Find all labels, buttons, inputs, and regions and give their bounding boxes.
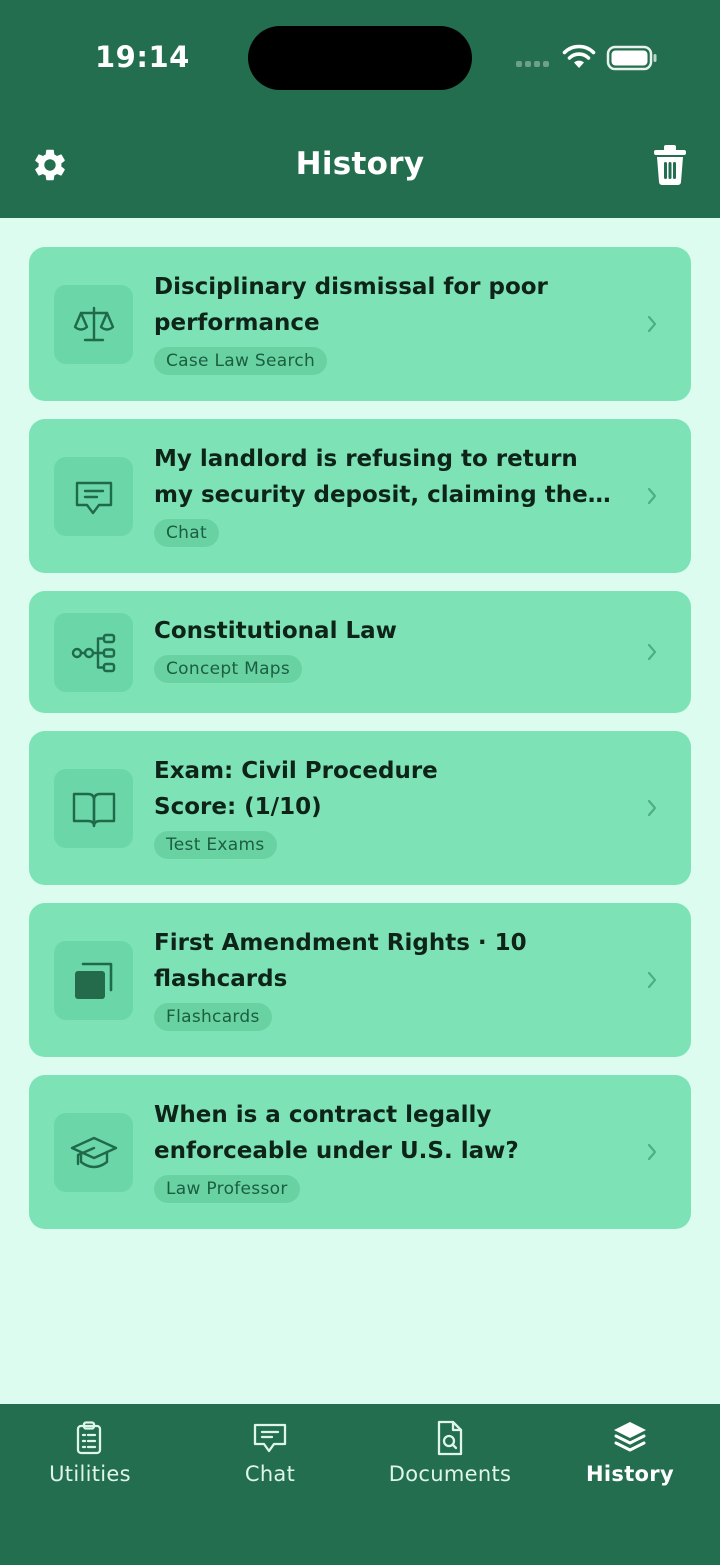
- icon-tile: [54, 285, 133, 364]
- tab-bar: Utilities Chat Documents History: [0, 1404, 720, 1565]
- scales-icon: [73, 306, 114, 341]
- history-list: Disciplinary dismissal for poor performa…: [29, 247, 691, 1247]
- chevron-right-icon: [647, 971, 657, 989]
- icon-tile: [54, 769, 133, 848]
- wifi-icon: [562, 44, 596, 68]
- tab-label: History: [586, 1462, 674, 1486]
- history-item[interactable]: Disciplinary dismissal for poor performa…: [29, 247, 691, 401]
- icon-tile: [54, 613, 133, 692]
- tab-documents[interactable]: Documents: [360, 1404, 540, 1504]
- chevron-right-icon: [647, 487, 657, 505]
- document-search-icon: [437, 1420, 463, 1456]
- chat-bubble-icon: [75, 481, 112, 514]
- item-category-tag: Test Exams: [154, 831, 277, 859]
- book-icon: [72, 792, 115, 827]
- trash-icon[interactable]: [650, 144, 690, 186]
- history-item[interactable]: Constitutional Law Concept Maps: [29, 591, 691, 713]
- history-item[interactable]: When is a contract legally enforceable u…: [29, 1075, 691, 1229]
- icon-tile: [54, 1113, 133, 1192]
- status-time: 19:14: [95, 40, 190, 74]
- history-item[interactable]: My landlord is refusing to return my sec…: [29, 419, 691, 573]
- tab-label: Documents: [388, 1462, 512, 1486]
- item-category-tag: Case Law Search: [154, 347, 328, 375]
- history-item[interactable]: First Amendment Rights · 10 flashcards F…: [29, 903, 691, 1057]
- history-item[interactable]: Exam: Civil Procedure Score: (1/10) Test…: [29, 731, 691, 885]
- item-category-tag: Chat: [154, 519, 219, 547]
- item-category-tag: Flashcards: [154, 1003, 272, 1031]
- item-title: Disciplinary dismissal for poor performa…: [154, 274, 548, 336]
- clipboard-list-icon: [76, 1421, 102, 1455]
- item-title: Exam: Civil Procedure Score: (1/10): [154, 758, 438, 820]
- tab-label: Utilities: [49, 1462, 131, 1486]
- chevron-right-icon: [647, 1143, 657, 1161]
- tab-history[interactable]: History: [540, 1404, 720, 1504]
- chevron-right-icon: [647, 799, 657, 817]
- battery-icon: [606, 45, 657, 71]
- tab-label: Chat: [244, 1462, 296, 1486]
- chevron-right-icon: [647, 315, 657, 333]
- flashcards-icon: [74, 962, 112, 999]
- item-category-tag: Concept Maps: [154, 655, 303, 683]
- dynamic-island: [248, 26, 472, 90]
- concept-map-icon: [71, 633, 115, 672]
- icon-tile: [54, 941, 133, 1020]
- tab-utilities[interactable]: Utilities: [0, 1404, 180, 1504]
- icon-tile: [54, 457, 133, 536]
- chevron-right-icon: [647, 643, 657, 661]
- tab-chat[interactable]: Chat: [180, 1404, 360, 1504]
- app-header: 19:14 History: [0, 0, 720, 218]
- layers-icon: [614, 1422, 646, 1452]
- item-title: First Amendment Rights · 10 flashcards: [154, 930, 527, 992]
- chat-bubble-icon: [253, 1423, 287, 1453]
- item-title: Constitutional Law: [154, 618, 397, 644]
- graduation-cap-icon: [70, 1136, 117, 1168]
- item-title: When is a contract legally enforceable u…: [154, 1102, 519, 1164]
- item-category-tag: Law Professor: [154, 1175, 300, 1203]
- cellular-signal-icon: [516, 61, 549, 67]
- page-title: History: [295, 146, 425, 182]
- item-title: My landlord is refusing to return my sec…: [154, 446, 611, 508]
